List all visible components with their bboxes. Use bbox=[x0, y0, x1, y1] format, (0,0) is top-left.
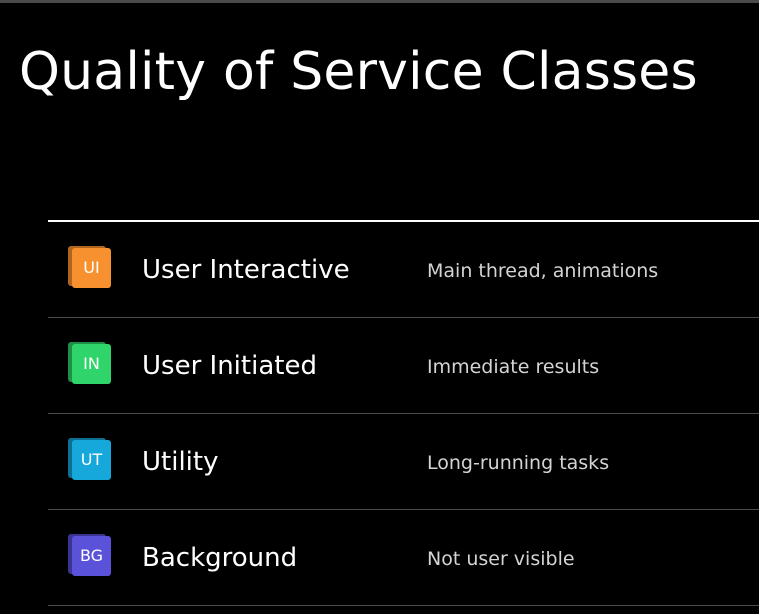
class-description: Immediate results bbox=[427, 356, 600, 378]
class-name: Background bbox=[142, 543, 298, 573]
qos-row-utility: UT Utility Long-running tasks bbox=[48, 414, 759, 510]
class-description: Not user visible bbox=[427, 548, 575, 570]
badge-code: BG bbox=[72, 536, 111, 576]
class-name: User Interactive bbox=[142, 255, 350, 285]
badge-code: IN bbox=[72, 344, 111, 384]
window-top-border bbox=[0, 0, 759, 3]
class-name: Utility bbox=[142, 447, 219, 477]
qos-row-background: BG Background Not user visible bbox=[48, 510, 759, 606]
qos-row-user-initiated: IN User Initiated Immediate results bbox=[48, 318, 759, 414]
ui-badge-icon: UI bbox=[68, 246, 112, 290]
in-badge-icon: IN bbox=[68, 342, 112, 386]
badge-code: UT bbox=[72, 440, 111, 480]
class-description: Long-running tasks bbox=[427, 452, 610, 474]
badge-code: UI bbox=[72, 248, 111, 288]
qos-classes-table: UI User Interactive Main thread, animati… bbox=[48, 220, 759, 606]
class-name: User Initiated bbox=[142, 351, 317, 381]
bg-badge-icon: BG bbox=[68, 534, 112, 578]
qos-row-user-interactive: UI User Interactive Main thread, animati… bbox=[48, 222, 759, 318]
ut-badge-icon: UT bbox=[68, 438, 112, 482]
slide-title: Quality of Service Classes bbox=[19, 42, 698, 102]
class-description: Main thread, animations bbox=[427, 260, 659, 282]
